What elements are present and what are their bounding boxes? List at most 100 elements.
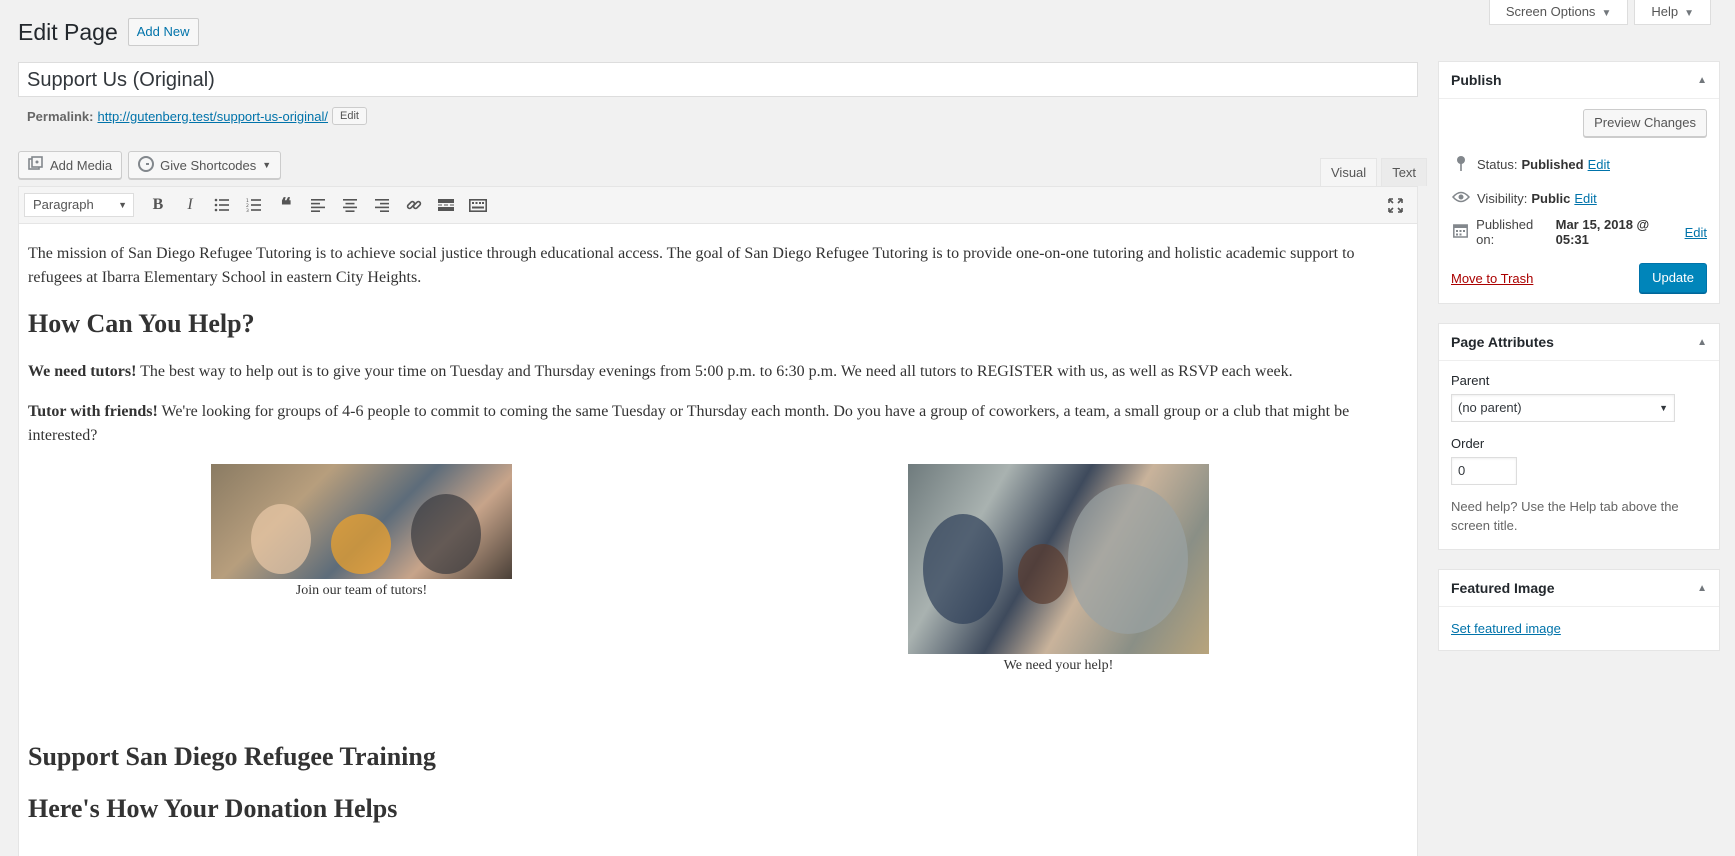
featured-image-title: Featured Image xyxy=(1451,580,1555,596)
set-featured-image-link[interactable]: Set featured image xyxy=(1451,621,1561,636)
align-left-icon[interactable] xyxy=(302,191,334,219)
help-button[interactable]: Help ▼ xyxy=(1634,0,1711,25)
media-buttons: Add Media Give Shortcodes ▼ xyxy=(18,151,282,179)
caption-tutors: Join our team of tutors! xyxy=(295,583,428,598)
media-icon xyxy=(28,155,44,175)
preview-changes-button[interactable]: Preview Changes xyxy=(1583,109,1707,137)
page-attributes-body: Parent (no parent) ▼ Order 0 Need help? … xyxy=(1439,361,1719,549)
toolbar-toggle-icon[interactable] xyxy=(462,191,494,219)
caret-down-icon: ▼ xyxy=(1684,8,1694,19)
friends-paragraph: Tutor with friends! We're looking for gr… xyxy=(28,400,1408,448)
intro-paragraph: The mission of San Diego Refugee Tutorin… xyxy=(28,245,1355,286)
tutoring-photo[interactable] xyxy=(908,464,1209,654)
publish-box: Publish ▲ Preview Changes Status: Publis… xyxy=(1438,61,1720,304)
fullscreen-icon[interactable] xyxy=(1381,191,1409,219)
caret-down-icon: ▼ xyxy=(118,200,127,210)
status-row: Status: Published Edit xyxy=(1451,147,1707,181)
published-value: Mar 15, 2018 @ 05:31 xyxy=(1555,217,1650,247)
help-text: Need help? Use the Help tab above the sc… xyxy=(1451,499,1679,533)
add-new-button[interactable]: Add New xyxy=(127,18,199,46)
tab-text[interactable]: Text xyxy=(1381,158,1428,186)
editor-content[interactable]: The mission of San Diego Refugee Tutorin… xyxy=(19,224,1417,825)
publish-box-body: Preview Changes Status: Published Edit V… xyxy=(1439,99,1719,303)
page-attributes-header[interactable]: Page Attributes ▲ xyxy=(1439,324,1719,361)
bold-icon[interactable]: B xyxy=(142,191,174,219)
sidebar: Publish ▲ Preview Changes Status: Publis… xyxy=(1438,61,1720,670)
calendar-icon xyxy=(1451,223,1470,241)
bullet-list-icon[interactable] xyxy=(206,191,238,219)
eye-icon xyxy=(1451,190,1471,206)
screen-meta-links: Screen Options ▼ Help ▼ xyxy=(1488,0,1711,25)
collapse-arrow-icon[interactable]: ▲ xyxy=(1697,583,1707,594)
post-title-input[interactable]: Support Us (Original) xyxy=(18,62,1418,97)
visibility-label: Visibility: xyxy=(1477,190,1528,206)
order-label: Order xyxy=(1451,436,1485,451)
svg-text:3: 3 xyxy=(246,208,249,212)
status-value: Published xyxy=(1521,156,1584,172)
featured-image-body: Set featured image xyxy=(1439,607,1719,650)
format-select[interactable]: Paragraph ▼ xyxy=(24,193,134,217)
publish-box-title: Publish xyxy=(1451,72,1502,88)
visibility-edit-link[interactable]: Edit xyxy=(1574,191,1596,206)
give-logo-icon xyxy=(138,155,155,175)
published-edit-link[interactable]: Edit xyxy=(1685,225,1707,240)
give-shortcodes-label: Give Shortcodes xyxy=(160,157,257,173)
permalink-label: Permalink: xyxy=(27,108,94,124)
parent-select[interactable]: (no parent) ▼ xyxy=(1451,394,1675,422)
permalink: Permalink: http://gutenberg.test/support… xyxy=(27,107,367,125)
help-label: Help xyxy=(1651,4,1679,19)
featured-image-header[interactable]: Featured Image ▲ xyxy=(1439,570,1719,607)
photo-gallery: Join our team of tutors! We need your he… xyxy=(28,464,1408,699)
order-input[interactable]: 0 xyxy=(1451,457,1517,485)
visibility-row: Visibility: Public Edit xyxy=(1451,181,1707,215)
permalink-link[interactable]: http://gutenberg.test/support-us-origina… xyxy=(97,109,328,124)
editor: Paragraph ▼ B I 123 ❝ The mission of San… xyxy=(18,186,1418,856)
give-shortcodes-button[interactable]: Give Shortcodes ▼ xyxy=(128,151,282,179)
format-select-value: Paragraph xyxy=(33,197,94,212)
pin-icon xyxy=(1451,155,1471,174)
published-row: Published on: Mar 15, 2018 @ 05:31 Edit xyxy=(1451,215,1707,249)
publish-box-header[interactable]: Publish ▲ xyxy=(1439,62,1719,99)
status-label: Status: xyxy=(1477,156,1518,172)
caret-down-icon: ▼ xyxy=(1659,403,1668,413)
permalink-edit-button[interactable]: Edit xyxy=(332,107,367,125)
figure-help[interactable]: We need your help! xyxy=(908,464,1209,676)
featured-image-box: Featured Image ▲ Set featured image xyxy=(1438,569,1720,651)
preview-row: Preview Changes xyxy=(1451,109,1707,137)
update-button[interactable]: Update xyxy=(1639,263,1707,293)
align-right-icon[interactable] xyxy=(366,191,398,219)
page-title: Edit Page xyxy=(18,18,118,45)
collapse-arrow-icon[interactable]: ▲ xyxy=(1697,337,1707,348)
numbered-list-icon[interactable]: 123 xyxy=(238,191,270,219)
blockquote-icon[interactable]: ❝ xyxy=(270,191,302,219)
parent-select-value: (no parent) xyxy=(1458,400,1522,415)
tab-visual[interactable]: Visual xyxy=(1320,158,1378,186)
align-center-icon[interactable] xyxy=(334,191,366,219)
visibility-value: Public xyxy=(1531,190,1571,206)
read-more-icon[interactable] xyxy=(430,191,462,219)
published-label: Published on: xyxy=(1476,217,1534,247)
tutors-text: The best way to help out is to give your… xyxy=(136,363,1293,380)
status-edit-link[interactable]: Edit xyxy=(1588,157,1610,172)
heading-how-can-you-help: How Can You Help? xyxy=(28,309,255,338)
figure-tutors[interactable]: Join our team of tutors! xyxy=(211,464,512,601)
friends-bold: Tutor with friends! xyxy=(28,403,158,420)
editor-toolbar: Paragraph ▼ B I 123 ❝ xyxy=(19,187,1417,224)
move-to-trash-link[interactable]: Move to Trash xyxy=(1451,271,1533,286)
heading-support: Support San Diego Refugee Training xyxy=(28,742,436,771)
italic-icon[interactable]: I xyxy=(174,191,206,219)
screen-options-button[interactable]: Screen Options ▼ xyxy=(1488,0,1629,25)
insert-link-icon[interactable] xyxy=(398,191,430,219)
collapse-arrow-icon[interactable]: ▲ xyxy=(1697,75,1707,86)
classroom-photo[interactable] xyxy=(211,464,512,579)
caption-help: We need your help! xyxy=(1003,658,1114,673)
editor-tabs: Visual Text xyxy=(1320,158,1428,186)
parent-label: Parent xyxy=(1451,373,1490,388)
caret-down-icon: ▼ xyxy=(1601,8,1612,19)
tutors-paragraph: We need tutors! The best way to help out… xyxy=(28,360,1408,384)
page-attributes-title: Page Attributes xyxy=(1451,334,1554,350)
add-media-button[interactable]: Add Media xyxy=(18,151,123,179)
heading-row: Edit Page Add New xyxy=(18,18,199,46)
publish-actions: Move to Trash Update xyxy=(1451,249,1707,303)
screen-options-label: Screen Options xyxy=(1505,4,1596,19)
